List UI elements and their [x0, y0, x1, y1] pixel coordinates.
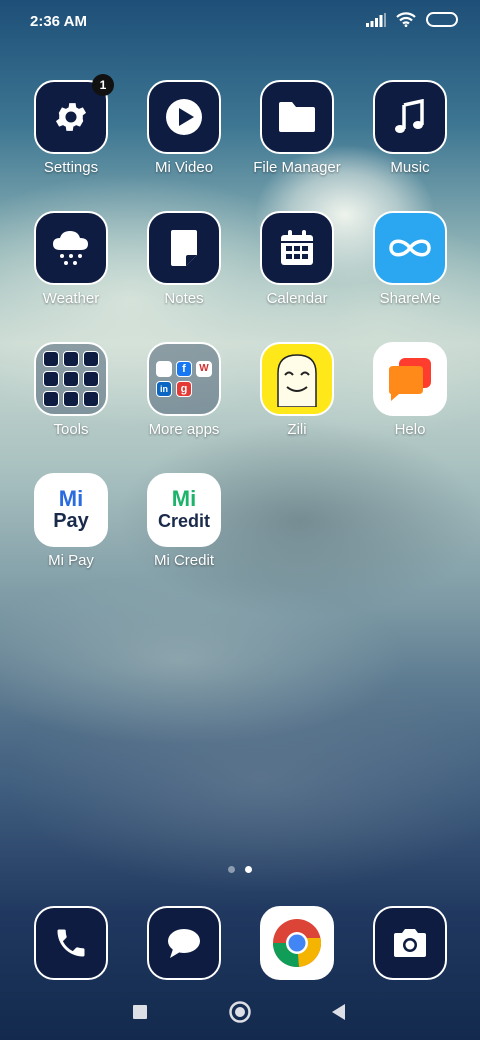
chrome-app-icon[interactable] [260, 906, 334, 980]
app-label: Settings [43, 159, 99, 176]
status-bar: 2:36 AM [0, 0, 480, 44]
phone-icon [57, 929, 85, 957]
mi-video-app-icon[interactable] [147, 80, 221, 154]
dock-chrome[interactable] [242, 906, 352, 980]
page-dot-active [245, 866, 252, 873]
gear-icon [55, 103, 87, 131]
zili-face-icon [277, 354, 317, 407]
gallery-mini-icon [43, 371, 59, 387]
downloads-mini-icon [63, 391, 79, 407]
camera-app-icon[interactable] [373, 906, 447, 980]
settings-app-icon[interactable]: 1 [34, 74, 114, 154]
recents-square-icon[interactable] [132, 1004, 148, 1020]
app-label: Zili [287, 421, 307, 438]
app-calendar[interactable]: Calendar [242, 211, 352, 307]
status-time: 2:36 AM [30, 13, 87, 30]
helo-app-icon[interactable] [373, 342, 447, 416]
mi-credit-app-icon[interactable]: Mi Credit [147, 473, 221, 547]
linkedin-mini-icon: in [156, 381, 172, 397]
app-label: Weather [42, 290, 100, 307]
app-helo[interactable]: Helo [355, 342, 465, 438]
mi-credit-logo-mi: Mi [171, 486, 197, 511]
back-triangle-icon[interactable] [330, 1003, 346, 1021]
music-note-icon [395, 99, 424, 133]
app-tools-folder[interactable]: Tools [16, 342, 126, 438]
messages-app-icon[interactable] [147, 906, 221, 980]
cleaner-mini-icon [43, 391, 59, 407]
folder-icon [279, 102, 315, 132]
battery-icon [426, 12, 458, 27]
snow-cloud-icon [53, 231, 88, 265]
calendar-icon [281, 230, 313, 265]
music-app-icon[interactable] [373, 80, 447, 154]
app-label: Mi Video [154, 159, 214, 176]
mi-pay-logo-pay: Pay [53, 510, 89, 532]
notes-app-icon[interactable] [147, 211, 221, 285]
wifi-icon [396, 12, 416, 27]
app-label: Music [390, 159, 430, 176]
helo-chat-icon [389, 358, 431, 401]
status-icons [366, 12, 458, 27]
app-label: Notes [164, 290, 204, 307]
mi-credit-logo-credit: Credit [157, 511, 210, 531]
facebook-mini-icon: f [176, 361, 192, 377]
home-circle-icon[interactable] [228, 1000, 252, 1024]
mi-pay-app-icon[interactable]: Mi Pay [34, 473, 108, 547]
app-settings[interactable]: 1 Settings [16, 74, 126, 176]
app-label: Mi Pay [48, 552, 94, 569]
app-mi-pay[interactable]: Mi Pay Mi Pay [16, 473, 126, 569]
app-label: More apps [148, 421, 220, 438]
app-shareme[interactable]: ShareMe [355, 211, 465, 307]
phone-app-icon[interactable] [34, 906, 108, 980]
signal-icon [366, 12, 386, 27]
calendar-app-icon[interactable] [260, 211, 334, 285]
app-music[interactable]: Music [355, 80, 465, 176]
dock-phone[interactable] [16, 906, 126, 980]
contacts-mini-icon [43, 351, 59, 367]
notification-badge: 1 [92, 74, 114, 96]
game-mini-icon: g [176, 381, 192, 397]
app-weather[interactable]: Weather [16, 211, 126, 307]
store-mini-icon [156, 361, 172, 377]
app-label: Helo [394, 421, 426, 438]
more-apps-folder-icon[interactable]: f W in g [147, 342, 221, 416]
page-dot [228, 866, 235, 873]
message-icon [168, 929, 200, 958]
file-manager-app-icon[interactable] [260, 80, 334, 154]
dock-camera[interactable] [355, 906, 465, 980]
calculator-mini-icon [63, 351, 79, 367]
app-label: File Manager [253, 159, 341, 176]
clock-mini-icon [83, 351, 99, 367]
app-mi-credit[interactable]: Mi Credit Mi Credit [129, 473, 239, 569]
app-file-manager[interactable]: File Manager [242, 80, 352, 176]
zili-app-icon[interactable] [260, 342, 334, 416]
camera-icon [394, 929, 426, 957]
page-indicator [0, 866, 480, 873]
app-label: Calendar [266, 290, 328, 307]
shareme-app-icon[interactable] [373, 211, 447, 285]
infinity-icon [389, 239, 431, 257]
navigation-bar [0, 990, 480, 1034]
app-label: Mi Credit [153, 552, 214, 569]
chrome-icon [272, 919, 322, 967]
compass-mini-icon [83, 391, 99, 407]
play-icon [166, 99, 202, 135]
scanner-mini-icon [63, 371, 79, 387]
app-label: ShareMe [379, 290, 441, 307]
recorder-mini-icon [83, 371, 99, 387]
tools-folder-icon[interactable] [34, 342, 108, 416]
wps-mini-icon: W [196, 361, 212, 377]
app-label: Tools [53, 421, 89, 438]
app-notes[interactable]: Notes [129, 211, 239, 307]
dock-messages[interactable] [129, 906, 239, 980]
app-zili[interactable]: Zili [242, 342, 352, 438]
mi-pay-logo-mi: Mi [58, 486, 84, 511]
weather-app-icon[interactable] [34, 211, 108, 285]
app-more-apps-folder[interactable]: f W in g More apps [129, 342, 239, 438]
app-mi-video[interactable]: Mi Video [129, 80, 239, 176]
note-icon [171, 230, 197, 266]
